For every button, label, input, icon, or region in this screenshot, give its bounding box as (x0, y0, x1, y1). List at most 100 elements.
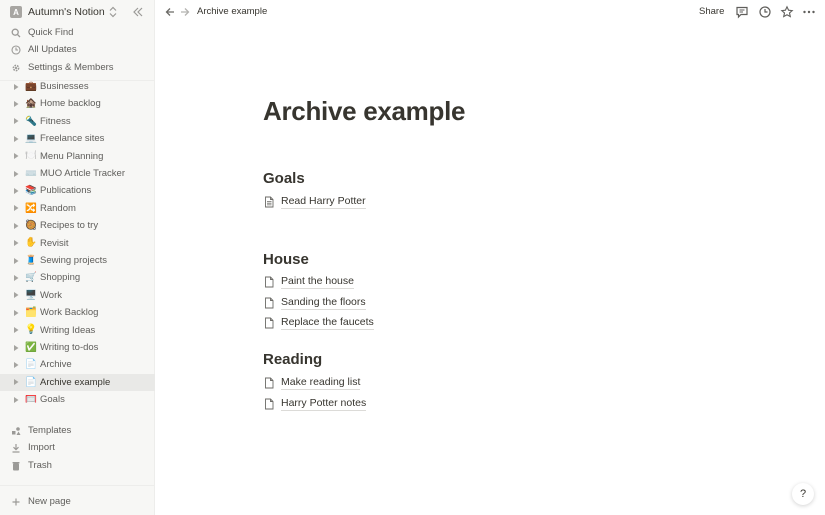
page-link-label: Make reading list (281, 375, 361, 390)
page-emoji-icon: 🥅 (25, 393, 37, 405)
section-heading[interactable]: Goals (263, 170, 305, 187)
page-emoji-icon: ⌨️ (25, 167, 37, 179)
sidebar-page-label: Archive (40, 359, 72, 371)
import-button[interactable]: Import (0, 439, 155, 456)
sidebar-page-item[interactable]: 🔦 Fitness (0, 113, 155, 130)
sidebar-page-label: Writing Ideas (40, 324, 96, 336)
sidebar-page-item[interactable]: 💻 Freelance sites (0, 130, 155, 147)
sidebar-page-label: Shopping (40, 272, 81, 284)
caret-right-icon[interactable] (12, 187, 20, 195)
sidebar-page-label: Home backlog (40, 98, 101, 110)
trash-button[interactable]: Trash (0, 457, 155, 474)
sidebar-page-label: Random (40, 202, 76, 214)
caret-right-icon[interactable] (12, 326, 20, 334)
sidebar-page-item[interactable]: ⌨️ MUO Article Tracker (0, 165, 155, 182)
sidebar-page-item[interactable]: 📄 Archive example (0, 373, 155, 391)
download-icon (12, 443, 20, 453)
workspace-avatar: A (10, 6, 22, 18)
all-updates-button[interactable]: All Updates (0, 41, 155, 58)
sidebar-page-label: Goals (40, 394, 65, 406)
page-emoji-icon: 🖥️ (25, 289, 37, 301)
new-page-button[interactable]: New page (0, 493, 155, 510)
caret-right-icon[interactable] (12, 274, 20, 282)
share-button[interactable]: Share (699, 6, 724, 17)
sidebar-page-item[interactable]: 🏚️ Home backlog (0, 95, 155, 112)
caret-right-icon[interactable] (12, 170, 20, 178)
page-link[interactable]: Read Harry Potter (263, 193, 366, 210)
section-heading[interactable]: House (263, 251, 309, 268)
caret-right-icon[interactable] (12, 257, 20, 265)
sidebar-page-label: Fitness (40, 115, 71, 127)
more-options-icon[interactable] (802, 5, 816, 19)
sidebar-page-item[interactable]: 📄 Archive (0, 356, 155, 373)
caret-right-icon[interactable] (12, 291, 20, 299)
caret-right-icon[interactable] (12, 309, 20, 317)
caret-right-icon[interactable] (12, 135, 20, 143)
page-icon (265, 377, 274, 388)
sidebar-page-label: Sewing projects (40, 255, 108, 266)
page-emoji-icon: 🥘 (25, 219, 37, 231)
caret-right-icon[interactable] (12, 396, 20, 404)
page-emoji-icon: 📄 (25, 376, 37, 388)
import-label: Import (28, 442, 55, 453)
sidebar-page-item[interactable]: ✅ Writing to-dos (0, 339, 155, 356)
caret-right-icon[interactable] (12, 117, 20, 125)
page-icon (265, 276, 274, 287)
quick-find-button[interactable]: Quick Find (0, 24, 155, 41)
caret-right-icon[interactable] (12, 83, 20, 91)
page-emoji-icon: 🔀 (25, 202, 37, 214)
help-button[interactable]: ? (792, 483, 814, 505)
sidebar-page-label: Menu Planning (40, 150, 104, 162)
page-emoji-icon: 📄 (25, 359, 37, 371)
all-updates-label: All Updates (28, 44, 77, 55)
history-icon[interactable] (758, 5, 772, 19)
back-arrow-icon[interactable] (164, 6, 176, 18)
topbar: Archive example Share (155, 0, 825, 24)
star-icon[interactable] (780, 5, 794, 19)
trash-icon (12, 461, 20, 470)
page-emoji-icon: ✅ (25, 341, 37, 353)
sidebar-page-item[interactable]: 🗂️ Work Backlog (0, 304, 155, 321)
sidebar-page-item[interactable]: 🛒 Shopping (0, 269, 155, 286)
page-title[interactable]: Archive example (263, 96, 465, 127)
sidebar-page-item[interactable]: 💼 Businesses (0, 78, 155, 95)
page-link[interactable]: Harry Potter notes (263, 395, 367, 412)
settings-members-button[interactable]: Settings & Members (0, 59, 155, 76)
sidebar-page-item[interactable]: 🥘 Recipes to try (0, 217, 155, 234)
caret-right-icon[interactable] (12, 378, 20, 386)
comment-icon[interactable] (735, 5, 749, 19)
section-heading[interactable]: Reading (263, 351, 322, 368)
sidebar-page-item[interactable]: 🧵 Sewing projects (0, 252, 155, 269)
caret-right-icon[interactable] (12, 204, 20, 212)
plus-icon (12, 498, 20, 505)
sidebar-page-label: Archive example (40, 376, 111, 388)
forward-arrow-icon[interactable] (179, 6, 191, 18)
sidebar-page-label: MUO Article Tracker (40, 168, 125, 179)
sidebar-page-item[interactable]: 🔀 Random (0, 200, 155, 217)
templates-button[interactable]: Templates (0, 422, 155, 439)
sidebar-page-item[interactable]: 📚 Publications (0, 182, 155, 199)
sidebar-page-label: Revisit (40, 237, 69, 249)
chevron-updown-icon (109, 6, 117, 18)
page-emoji-icon: 🛒 (25, 272, 37, 284)
sidebar-page-item[interactable]: ✋ Revisit (0, 235, 155, 252)
breadcrumb[interactable]: Archive example (197, 6, 267, 17)
caret-right-icon[interactable] (12, 152, 20, 160)
page-link[interactable]: Make reading list (263, 374, 361, 391)
sidebar-page-item[interactable]: 🖥️ Work (0, 287, 155, 304)
sidebar-page-item[interactable]: 🍽️ Menu Planning (0, 148, 155, 165)
caret-right-icon[interactable] (12, 239, 20, 247)
caret-right-icon[interactable] (12, 222, 20, 230)
sidebar-page-item[interactable]: 💡 Writing Ideas (0, 322, 155, 339)
caret-right-icon[interactable] (12, 361, 20, 369)
sidebar-page-item[interactable]: 🥅 Goals (0, 391, 155, 408)
caret-right-icon[interactable] (12, 344, 20, 352)
sidebar-page-label: Freelance sites (40, 133, 105, 145)
page-link[interactable]: Sanding the floors (263, 294, 366, 311)
page-link[interactable]: Paint the house (263, 273, 354, 290)
caret-right-icon[interactable] (12, 100, 20, 108)
sidebar-page-label: Work (40, 289, 62, 301)
page-link[interactable]: Replace the faucets (263, 314, 374, 331)
collapse-sidebar-icon[interactable] (132, 6, 144, 18)
page-emoji-icon: 💼 (25, 80, 37, 92)
